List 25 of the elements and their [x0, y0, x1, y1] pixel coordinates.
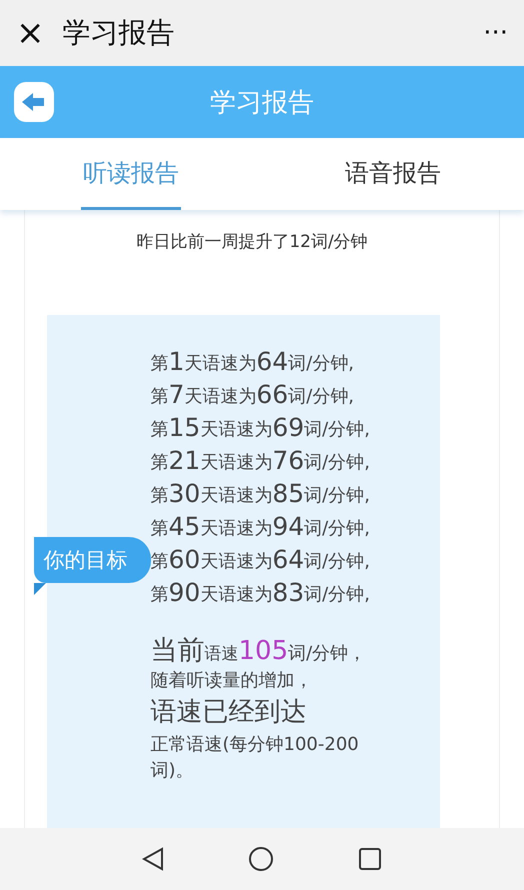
note-text: 正常语速(每分钟100-200词)。	[150, 732, 360, 783]
back-icon[interactable]	[142, 847, 164, 871]
back-button[interactable]	[14, 82, 54, 122]
tab[interactable]: 语音报告	[343, 138, 443, 210]
goal-badge: 你的目标	[34, 537, 150, 583]
goal-line: 第30天语速为85词/分钟,	[150, 478, 371, 507]
goal-line: 第60天语速为64词/分钟,	[150, 544, 371, 573]
close-icon[interactable]: ×	[16, 16, 44, 50]
more-icon[interactable]: ···	[483, 20, 508, 46]
window-title: 学习报告	[62, 15, 176, 51]
goal-line: 第1天语速为64词/分钟,	[150, 346, 356, 375]
bubble-tail	[34, 583, 46, 595]
recents-icon[interactable]	[358, 847, 382, 871]
current-speed-text: 当前语速 105词/分钟，	[150, 634, 368, 668]
note-text: 语速已经到达	[150, 696, 308, 730]
page-title: 学习报告	[209, 86, 315, 120]
goal-line: 第90天语速为83词/分钟,	[150, 576, 371, 606]
goal-line: 第45天语速为94词/分钟,	[150, 510, 371, 540]
back-arrow-icon	[22, 92, 46, 112]
goal-line: 第7天语速为66词/分钟,	[150, 378, 356, 408]
summary-text: 昨日比前一周提升了12词/分钟	[136, 231, 368, 253]
goal-line: 第15天语速为69词/分钟,	[150, 412, 371, 441]
goal-line: 第21天语速为76词/分钟,	[150, 444, 371, 474]
note-text: 随着听读量的增加，	[150, 669, 314, 693]
home-icon[interactable]	[248, 846, 274, 872]
